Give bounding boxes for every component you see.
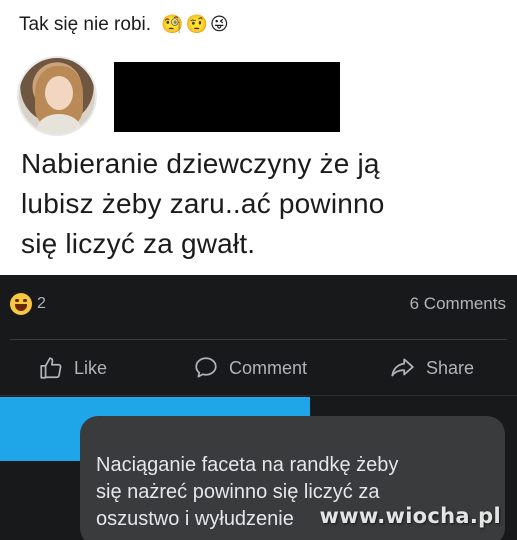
caption-emojis: 🧐 🤨 😜 [161,16,229,34]
post-text: Nabieranie dziewczyny że ją lubisz żeby … [21,144,501,264]
facebook-post-panel: 2 6 Comments Like Comment Share Naciągan… [0,275,517,540]
share-button[interactable]: Share [388,355,474,381]
comment-line: Naciąganie faceta na randkę żeby [96,454,399,476]
thumbs-up-icon [40,357,62,379]
laugh-reaction-icon [10,293,32,315]
post-line: się liczyć za gwałt. [21,228,256,259]
avatar[interactable] [17,56,97,136]
watermark: www.wiocha.pl [319,504,501,528]
comment-line: się nażreć powinno się liczyć za [96,481,380,503]
divider [0,395,517,396]
like-button[interactable]: Like [38,355,107,381]
redacted-username [114,62,340,132]
reaction-summary[interactable]: 2 [10,293,46,315]
monocle-emoji-icon: 🧐 [161,14,184,35]
post-actions: Like Comment Share [0,355,517,385]
reaction-count: 2 [37,295,46,312]
share-arrow-icon [391,358,414,377]
caption-text: Tak się nie robi. [19,14,152,35]
comment-label: Comment [229,357,308,378]
share-label: Share [426,357,475,378]
raised-eyebrow-emoji-icon: 🤨 [185,14,208,35]
caption: Tak się nie robi. 🧐 🤨 😜 [19,14,229,36]
comments-count-link[interactable]: 6 Comments [410,294,506,314]
like-label: Like [74,357,108,378]
divider [10,339,507,340]
post-line: Nabieranie dziewczyny że ją [21,148,380,179]
comment-button[interactable]: Comment [193,355,307,381]
speech-bubble-icon [195,357,217,378]
avatar-face [45,76,73,110]
avatar-body [37,114,81,134]
post-line: lubisz żeby zaru..ać powinno [21,188,385,219]
winking-tongue-emoji-icon: 😜 [209,14,229,35]
